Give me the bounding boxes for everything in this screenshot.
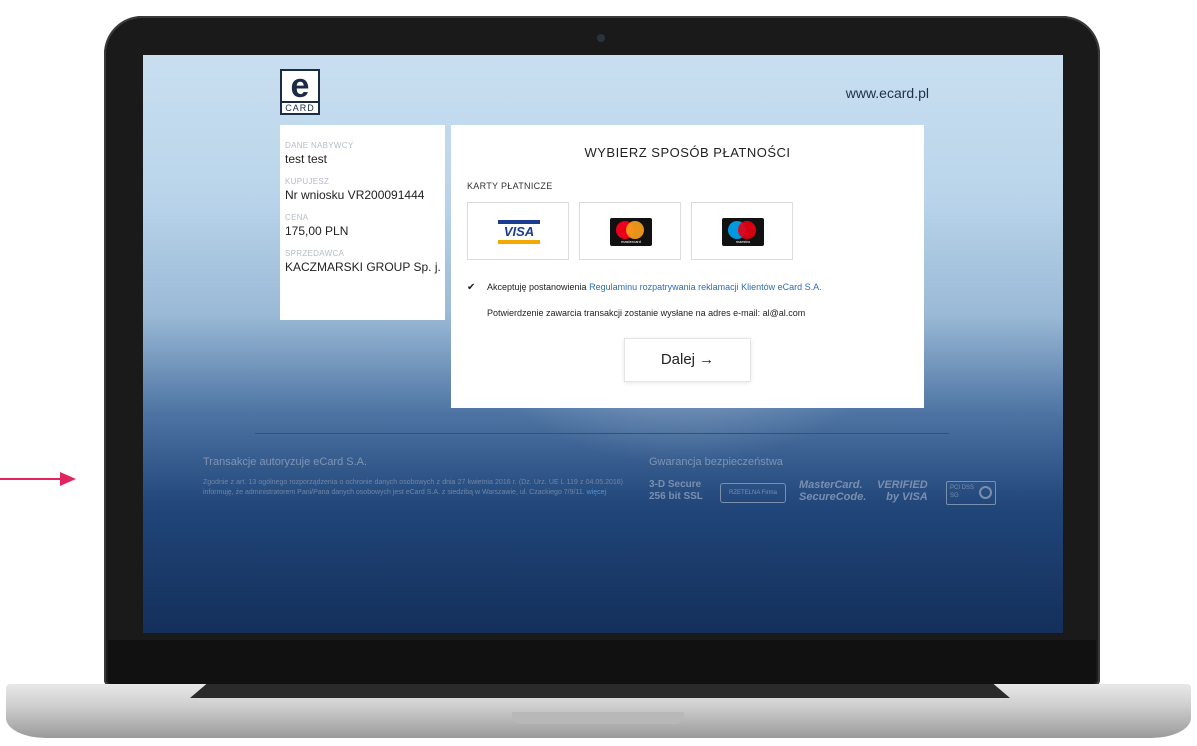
terms-prefix: Akceptuję postanowienia [487, 282, 590, 292]
security-title: Gwarancja bezpieczeństwa [649, 456, 783, 468]
mc-badge-line1: MasterCard. [799, 479, 863, 491]
terms-link[interactable]: Regulaminu rozpatrywania reklamacji Klie… [589, 282, 822, 292]
payment-method-panel: WYBIERZ SPOSÓB PŁATNOŚCI KARTY PŁATNICZE… [451, 125, 924, 408]
verified-by-visa-badge: VERIFIED by VISA [877, 479, 928, 503]
buyer-label: DANE NABYWCY [285, 141, 354, 150]
ssl-badge: 3-D Secure 256 bit SSL [649, 479, 703, 503]
mastercard-card-option[interactable]: mastercard [579, 202, 681, 260]
visa-logo-icon: VISA [498, 220, 540, 244]
payment-title: WYBIERZ SPOSÓB PŁATNOŚCI [584, 145, 791, 160]
camera-icon [597, 34, 605, 42]
checkmark-icon[interactable]: ✔ [467, 282, 481, 293]
ssl-badge-line2: 256 bit SSL [649, 491, 703, 502]
pci-dss-badge: PCI DSS SG [946, 481, 996, 505]
maestro-logo-text: maestro [735, 239, 751, 244]
maestro-card-option[interactable]: maestro [691, 202, 793, 260]
price-value: 175,00 PLN [285, 224, 349, 238]
visa-card-option[interactable]: VISA [467, 202, 569, 260]
arrow-right-icon [60, 472, 76, 486]
price-label: CENA [285, 213, 309, 222]
visa-badge-line2: by VISA [886, 491, 928, 503]
gdpr-notice: Zgodnie z art. 13 ogólnego rozporządzeni… [203, 478, 623, 498]
ecard-logo[interactable]: e CARD [280, 69, 320, 115]
logo-letter: e [290, 67, 310, 105]
seller-label: SPRZEDAWCA [285, 249, 345, 258]
maestro-logo-icon: maestro [722, 218, 764, 246]
email-confirmation-note: Potwierdzenie zawarcia transakcji zostan… [487, 308, 806, 318]
laptop-screen: e CARD www.ecard.pl DANE NABYWCY test te… [143, 55, 1063, 633]
site-url[interactable]: www.ecard.pl [846, 85, 929, 101]
mastercard-securecode-badge: MasterCard. SecureCode. [799, 479, 866, 503]
laptop-hinge [190, 684, 1010, 698]
buyer-details-panel: DANE NABYWCY test test KUPUJESZ Nr wnios… [280, 125, 445, 320]
rzetelna-firma-badge[interactable]: RZETELNA Firma [720, 483, 786, 503]
mc-badge-line2: SecureCode. [799, 491, 867, 503]
cards-label: KARTY PŁATNICZE [467, 181, 553, 191]
mastercard-logo-icon: mastercard [610, 218, 652, 246]
product-value: Nr wniosku VR200091444 [285, 188, 425, 202]
logo-text: CARD [282, 101, 318, 115]
annotation-arrow-line [0, 478, 62, 480]
buyer-value: test test [285, 152, 328, 166]
laptop-chin [108, 640, 1096, 684]
visa-badge-line1: VERIFIED [877, 479, 928, 491]
product-label: KUPUJESZ [285, 177, 330, 186]
auth-title: Transakcje autoryzuje eCard S.A. [203, 456, 368, 468]
next-button[interactable]: Dalej → [624, 338, 751, 382]
pci-check-icon [979, 486, 992, 499]
footer-divider [255, 433, 949, 434]
seller-value: KACZMARSKI GROUP Sp. j. [285, 260, 441, 274]
visa-logo-text: VISA [503, 224, 535, 239]
terms-accept-row: ✔ Akceptuję postanowienia Regulaminu rozp… [467, 282, 822, 293]
gdpr-text: Zgodnie z art. 13 ogólnego rozporządzeni… [203, 479, 623, 496]
laptop-notch [512, 712, 684, 724]
mastercard-logo-text: mastercard [620, 239, 641, 244]
gdpr-more-link[interactable]: więcej [587, 489, 606, 496]
ssl-badge-line1: 3-D Secure [649, 479, 702, 490]
